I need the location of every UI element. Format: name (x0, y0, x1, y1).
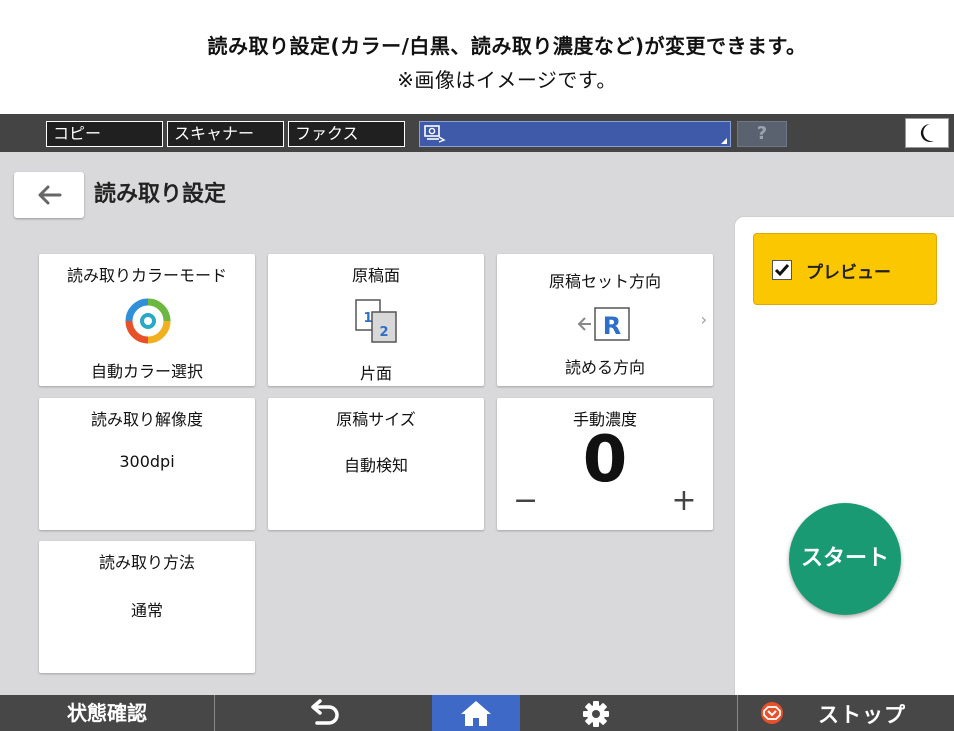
one-to-two-sided-icon: 1 2 (355, 299, 397, 343)
preview-checkbox[interactable] (772, 260, 792, 280)
color-mode-value: 自動カラー選択 (90, 362, 203, 381)
density-decrease-button[interactable]: − (513, 486, 543, 516)
original-size-label: 原稿サイズ (336, 410, 416, 429)
color-mode-tile[interactable]: 読み取りカラーモード 自動カラー選択 (39, 254, 255, 386)
tab-scanner[interactable]: スキャナー (167, 121, 284, 147)
scan-method-label: 読み取り方法 (98, 553, 195, 572)
preview-toggle[interactable]: プレビュー (753, 233, 937, 305)
resolution-value: 300dpi (119, 452, 175, 471)
resize-corner-icon (721, 138, 727, 144)
bottom-bar: 状態確認 ストップ (0, 695, 954, 731)
arrow-left-icon (38, 185, 62, 205)
direction-letter: R (603, 312, 621, 340)
moon-icon (920, 123, 934, 142)
tab-fax[interactable]: ファクス (288, 121, 405, 147)
side-digit-2: 2 (379, 325, 388, 340)
more-options-chevron: › (700, 310, 707, 329)
readable-direction-icon: R (577, 307, 630, 341)
settings-button[interactable] (520, 695, 737, 731)
energy-saver-button[interactable] (905, 118, 949, 148)
start-button[interactable]: スタート (789, 503, 901, 615)
page-title: 読み取り設定 (94, 182, 227, 207)
return-button[interactable] (215, 695, 432, 731)
caption-line-1: 読み取り設定(カラー/白黒、読み取り濃度など)が変更できます。 (207, 34, 807, 58)
main-area: 読み取り設定 読み取りカラーモード 自動カラー選択 原稿面 1 2 片面 原稿セ… (0, 152, 954, 695)
scanner-app-icon (424, 125, 446, 143)
active-app-bar[interactable] (419, 121, 731, 147)
status-check-button[interactable]: 状態確認 (0, 695, 214, 731)
auto-color-icon (125, 298, 171, 344)
original-size-tile[interactable]: 原稿サイズ 自動検知 (268, 398, 484, 530)
stop-icon (761, 702, 783, 724)
undo-arrow-icon (311, 699, 339, 725)
home-button[interactable] (432, 695, 520, 731)
original-side-label: 原稿面 (351, 266, 400, 285)
set-direction-value: 読める方向 (564, 358, 645, 377)
original-side-tile[interactable]: 原稿面 1 2 片面 (268, 254, 484, 386)
density-increase-button[interactable]: + (669, 486, 699, 516)
preview-label: プレビュー (806, 263, 891, 283)
original-size-value: 自動検知 (343, 456, 408, 475)
set-direction-label: 原稿セット方向 (548, 272, 661, 291)
scan-method-value: 通常 (130, 601, 163, 620)
side-digit-1: 1 (363, 311, 372, 326)
gear-icon (583, 701, 609, 727)
tab-copy[interactable]: コピー (46, 121, 163, 147)
checkmark-icon (774, 264, 790, 277)
back-button[interactable] (14, 172, 84, 218)
resolution-tile[interactable]: 読み取り解像度 300dpi (39, 398, 255, 530)
manual-density-tile: 手動濃度 0 − + (497, 398, 713, 530)
stop-button[interactable]: ストップ (738, 695, 954, 731)
set-direction-tile[interactable]: 原稿セット方向 R › 読める方向 (497, 254, 713, 386)
help-button[interactable]: ? (737, 121, 787, 147)
top-bar: コピー スキャナー ファクス ? (0, 114, 954, 152)
resolution-label: 読み取り解像度 (90, 410, 203, 429)
caption-line-2: ※画像はイメージです。 (397, 68, 617, 92)
stop-label: ストップ (818, 703, 906, 727)
color-mode-label: 読み取りカラーモード (66, 266, 227, 285)
right-panel: プレビュー スタート (734, 216, 954, 695)
original-side-value: 片面 (359, 364, 392, 383)
scan-method-tile[interactable]: 読み取り方法 通常 (39, 541, 255, 673)
home-icon (461, 701, 491, 726)
